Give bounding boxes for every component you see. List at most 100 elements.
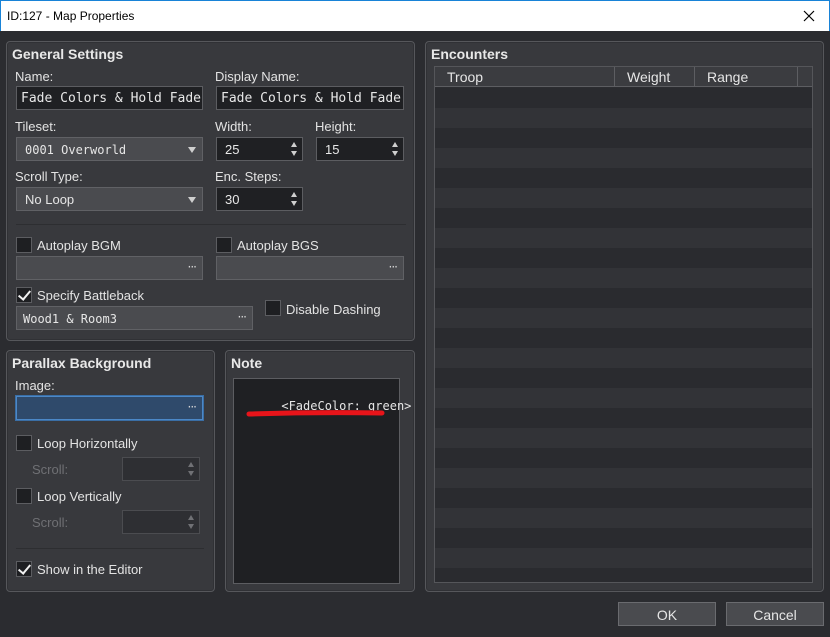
enc-steps-spinner[interactable]: 30 <box>216 187 303 211</box>
tileset-value: 0001 Overworld <box>25 143 127 157</box>
disable-dashing-checkbox[interactable] <box>265 300 281 316</box>
ellipsis-icon: ··· <box>187 400 198 414</box>
spin-down-icon <box>188 524 194 529</box>
divider <box>16 224 406 225</box>
width-value: 25 <box>225 142 240 157</box>
battleback-value: Wood1 & Room3 <box>23 312 117 326</box>
table-row[interactable] <box>435 348 812 368</box>
table-row[interactable] <box>435 188 812 208</box>
autoplay-bgs-picker[interactable]: ··· <box>216 256 404 280</box>
width-spinner[interactable]: 25 <box>216 137 303 161</box>
chevron-down-icon <box>188 147 196 153</box>
column-header-weight[interactable]: Weight <box>615 67 695 87</box>
specify-battleback-label: Specify Battleback <box>37 288 144 303</box>
table-row[interactable] <box>435 368 812 388</box>
spin-down-icon[interactable] <box>291 151 297 156</box>
table-row[interactable] <box>435 208 812 228</box>
cancel-button[interactable]: Cancel <box>726 602 824 626</box>
image-label: Image: <box>15 378 55 393</box>
display-name-input[interactable]: Fade Colors & Hold Fade 2 <box>216 86 404 110</box>
column-header-range[interactable]: Range <box>695 67 798 87</box>
width-label: Width: <box>215 119 252 134</box>
spin-down-icon <box>188 471 194 476</box>
parallax-background-panel: Parallax Background Image: ··· Loop Hori… <box>6 350 215 592</box>
spin-up-icon[interactable] <box>291 192 297 197</box>
table-row[interactable] <box>435 408 812 428</box>
spin-up-icon <box>188 515 194 520</box>
divider <box>16 548 204 549</box>
encounters-table[interactable]: Troop Weight Range <box>434 66 813 583</box>
spin-down-icon[interactable] <box>392 151 398 156</box>
table-row[interactable] <box>435 388 812 408</box>
specify-battleback-checkbox[interactable] <box>16 287 32 303</box>
tileset-select[interactable]: 0001 Overworld <box>16 137 203 161</box>
ok-button[interactable]: OK <box>618 602 716 626</box>
scroll-h-spinner <box>122 457 200 481</box>
table-row[interactable] <box>435 328 812 348</box>
table-row[interactable] <box>435 568 812 582</box>
table-row[interactable] <box>435 168 812 188</box>
table-row[interactable] <box>435 88 812 108</box>
table-row[interactable] <box>435 228 812 248</box>
table-row[interactable] <box>435 148 812 168</box>
table-row[interactable] <box>435 128 812 148</box>
enc-steps-value: 30 <box>225 192 240 207</box>
close-button[interactable] <box>789 1 829 31</box>
name-label: Name: <box>15 69 54 84</box>
table-row[interactable] <box>435 268 812 288</box>
table-header: Troop Weight Range <box>435 67 812 87</box>
spin-up-icon[interactable] <box>291 142 297 147</box>
name-input[interactable]: Fade Colors & Hold Fade 2 <box>16 86 203 110</box>
table-row[interactable] <box>435 448 812 468</box>
loop-vertically-checkbox[interactable] <box>16 488 32 504</box>
autoplay-bgm-checkbox[interactable] <box>16 237 32 253</box>
disable-dashing-label: Disable Dashing <box>286 302 381 317</box>
scroll-v-label: Scroll: <box>32 515 69 530</box>
height-value: 15 <box>325 142 340 157</box>
table-row[interactable] <box>435 528 812 548</box>
parallax-background-title: Parallax Background <box>12 355 152 371</box>
tileset-label: Tileset: <box>15 119 57 134</box>
table-row[interactable] <box>435 108 812 128</box>
ellipsis-icon: ··· <box>187 260 198 274</box>
table-row[interactable] <box>435 508 812 528</box>
column-header-troop[interactable]: Troop <box>435 67 615 87</box>
general-settings-title: General Settings <box>12 46 124 62</box>
autoplay-bgs-checkbox[interactable] <box>216 237 232 253</box>
general-settings-panel: General Settings Name: Fade Colors & Hol… <box>6 41 415 341</box>
table-row[interactable] <box>435 468 812 488</box>
scroll-type-select[interactable]: No Loop <box>16 187 203 211</box>
chevron-down-icon <box>188 197 196 203</box>
note-title: Note <box>231 355 263 371</box>
scroll-v-spinner <box>122 510 200 534</box>
loop-vertically-label: Loop Vertically <box>37 489 122 504</box>
scroll-h-label: Scroll: <box>32 462 69 477</box>
ellipsis-icon: ··· <box>237 310 248 324</box>
loop-horizontally-checkbox[interactable] <box>16 435 32 451</box>
enc-steps-label: Enc. Steps: <box>215 169 282 184</box>
spin-down-icon[interactable] <box>291 201 297 206</box>
spin-up-icon[interactable] <box>392 142 398 147</box>
battleback-picker[interactable]: Wood1 & Room3 ··· <box>16 306 253 330</box>
note-panel: Note <FadeColor: green> <box>225 350 415 592</box>
display-name-label: Display Name: <box>215 69 300 84</box>
loop-horizontally-label: Loop Horizontally <box>37 436 138 451</box>
show-in-editor-label: Show in the Editor <box>37 562 143 577</box>
autoplay-bgm-label: Autoplay BGM <box>37 238 121 253</box>
height-label: Height: <box>315 119 357 134</box>
table-row[interactable] <box>435 308 812 328</box>
autoplay-bgs-label: Autoplay BGS <box>237 238 319 253</box>
height-spinner[interactable]: 15 <box>316 137 404 161</box>
table-row[interactable] <box>435 548 812 568</box>
table-row[interactable] <box>435 488 812 508</box>
dialog-client: General Settings Name: Fade Colors & Hol… <box>0 31 830 637</box>
scroll-type-value: No Loop <box>25 192 75 207</box>
ellipsis-icon: ··· <box>388 260 399 274</box>
parallax-image-picker[interactable]: ··· <box>16 396 203 420</box>
table-row[interactable] <box>435 288 812 308</box>
autoplay-bgm-picker[interactable]: ··· <box>16 256 203 280</box>
table-row[interactable] <box>435 248 812 268</box>
table-row[interactable] <box>435 428 812 448</box>
show-in-editor-checkbox[interactable] <box>16 561 32 577</box>
title-bar: ID:127 - Map Properties <box>0 0 830 31</box>
